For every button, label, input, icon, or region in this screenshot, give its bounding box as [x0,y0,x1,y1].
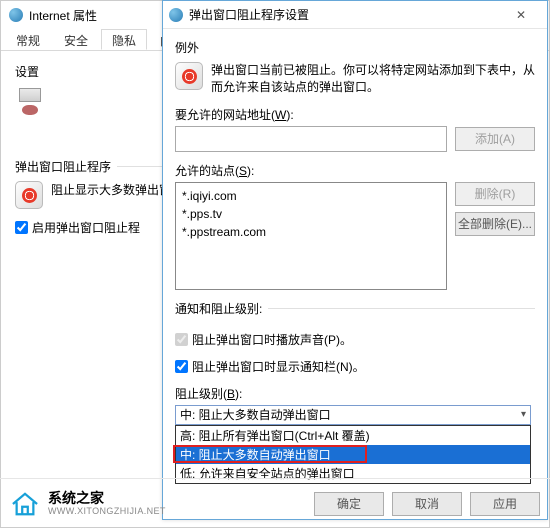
allowed-sites-label: 允许的站点(S): [175,162,535,179]
popup-blocker-settings-window: 弹出窗口阻止程序设置 ✕ 例外 弹出窗口当前已被阻止。你可以将特定网站添加到下表… [162,0,548,520]
blocker-shield-icon [15,181,43,209]
play-sound-checkbox[interactable] [175,333,188,346]
tab-general[interactable]: 常规 [5,29,51,50]
tab-security[interactable]: 安全 [53,29,99,50]
exceptions-label: 例外 [175,39,535,56]
list-item[interactable]: *.pps.tv [182,205,440,223]
brand-name-en: WWW.XITONGZHIJIA.NET [48,506,166,516]
privacy-slider-icon [15,86,45,116]
brand-logo: 系统之家 WWW.XITONGZHIJIA.NET [10,490,314,516]
add-button[interactable]: 添加(A) [455,127,535,151]
globe-icon [9,8,23,22]
notify-level-section: 通知和阻止级别: 阻止弹出窗口时播放声音(P)。 阻止弹出窗口时显示通知栏(N)… [175,308,535,425]
chevron-down-icon: ▾ [521,409,526,420]
brand-name-cn: 系统之家 [48,490,166,506]
page-footer: 系统之家 WWW.XITONGZHIJIA.NET 确定 取消 应用 [0,478,550,528]
dialog-title: 弹出窗口阻止程序设置 [189,6,501,23]
block-level-label: 阻止级别(B): [175,385,535,402]
cancel-button[interactable]: 取消 [392,492,462,516]
play-sound-label: 阻止弹出窗口时播放声音(P)。 [192,331,352,348]
list-item[interactable]: *.iqiyi.com [182,187,440,205]
enable-blocker-label: 启用弹出窗口阻止程 [32,219,140,236]
enable-blocker-checkbox[interactable] [15,221,28,234]
dialog-titlebar: 弹出窗口阻止程序设置 ✕ [163,1,547,29]
house-icon [10,491,40,517]
show-infobar-checkbox[interactable] [175,360,188,373]
remove-all-button[interactable]: 全部删除(E)... [455,212,535,236]
apply-button[interactable]: 应用 [470,492,540,516]
combobox-value: 中: 阻止大多数自动弹出窗口 [180,406,331,423]
dropdown-option-medium[interactable]: 中: 阻止大多数自动弹出窗口 [176,445,530,464]
group-label: 弹出窗口阻止程序 [15,158,117,175]
ok-button[interactable]: 确定 [314,492,384,516]
block-level-dropdown: 高: 阻止所有弹出窗口(Ctrl+Alt 覆盖) 中: 阻止大多数自动弹出窗口 … [175,425,531,484]
section-label: 通知和阻止级别: [175,300,268,317]
globe-icon [169,8,183,22]
exceptions-text: 弹出窗口当前已被阻止。你可以将特定网站添加到下表中，从而允许来自该站点的弹出窗口… [211,62,535,96]
close-button[interactable]: ✕ [501,1,541,29]
close-icon: ✕ [516,8,526,22]
remove-button[interactable]: 删除(R) [455,182,535,206]
exception-shield-icon [175,62,203,90]
dropdown-option-high[interactable]: 高: 阻止所有弹出窗口(Ctrl+Alt 覆盖) [176,426,530,445]
tab-privacy[interactable]: 隐私 [101,29,147,50]
allow-address-input[interactable] [175,126,447,152]
list-item[interactable]: *.ppstream.com [182,223,440,241]
allowed-sites-list[interactable]: *.iqiyi.com *.pps.tv *.ppstream.com [175,182,447,290]
window-title: Internet 属性 [29,7,97,24]
allow-address-label: 要允许的网站地址(W): [175,106,535,123]
block-level-combobox[interactable]: 中: 阻止大多数自动弹出窗口 ▾ [175,405,531,425]
show-infobar-label: 阻止弹出窗口时显示通知栏(N)。 [192,358,365,375]
